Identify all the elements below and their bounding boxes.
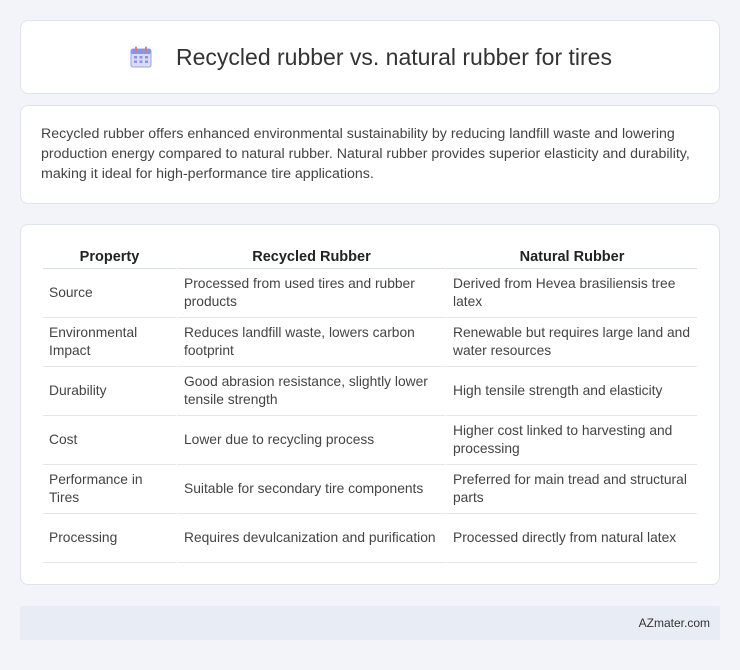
table-row: Durability Good abrasion resistance, sli… xyxy=(43,367,697,416)
table-cell-natural: Derived from Hevea brasiliensis tree lat… xyxy=(445,269,697,318)
table-row: Processing Requires devulcanization and … xyxy=(43,514,697,563)
summary-card: Recycled rubber offers enhanced environm… xyxy=(20,105,720,204)
summary-text: Recycled rubber offers enhanced environm… xyxy=(41,126,690,182)
table-header-row: Property Recycled Rubber Natural Rubber xyxy=(43,245,697,269)
table-cell-natural: Higher cost linked to harvesting and pro… xyxy=(445,416,697,465)
comparison-table: Property Recycled Rubber Natural Rubber … xyxy=(43,245,697,563)
page-title: Recycled rubber vs. natural rubber for t… xyxy=(176,43,612,70)
table-cell-property: Performance in Tires xyxy=(43,465,176,514)
column-header-natural-rubber: Natural Rubber xyxy=(445,245,697,269)
table-row: Environmental Impact Reduces landfill wa… xyxy=(43,318,697,367)
calendar-icon xyxy=(128,44,154,70)
table-cell-property: Durability xyxy=(43,367,176,416)
table-row: Performance in Tires Suitable for second… xyxy=(43,465,697,514)
table-cell-recycled: Processed from used tires and rubber pro… xyxy=(176,269,445,318)
footer-brand: AZmater.com xyxy=(638,616,710,630)
comparison-table-card: Property Recycled Rubber Natural Rubber … xyxy=(20,224,720,585)
table-cell-recycled: Good abrasion resistance, slightly lower… xyxy=(176,367,445,416)
table-row: Source Processed from used tires and rub… xyxy=(43,269,697,318)
table-cell-natural: Renewable but requires large land and wa… xyxy=(445,318,697,367)
table-cell-property: Source xyxy=(43,269,176,318)
footer-bar: AZmater.com xyxy=(20,606,720,640)
table-cell-recycled: Lower due to recycling process xyxy=(176,416,445,465)
table-cell-property: Environmental Impact xyxy=(43,318,176,367)
column-header-recycled-rubber: Recycled Rubber xyxy=(176,245,445,269)
table-cell-property: Processing xyxy=(43,514,176,563)
table-cell-recycled: Suitable for secondary tire components xyxy=(176,465,445,514)
table-cell-recycled: Requires devulcanization and purificatio… xyxy=(176,514,445,563)
title-card: Recycled rubber vs. natural rubber for t… xyxy=(20,20,720,94)
column-header-property: Property xyxy=(43,245,176,269)
table-cell-property: Cost xyxy=(43,416,176,465)
table-cell-recycled: Reduces landfill waste, lowers carbon fo… xyxy=(176,318,445,367)
table-cell-natural: Preferred for main tread and structural … xyxy=(445,465,697,514)
table-row: Cost Lower due to recycling process High… xyxy=(43,416,697,465)
table-cell-natural: Processed directly from natural latex xyxy=(445,514,697,563)
table-cell-natural: High tensile strength and elasticity xyxy=(445,367,697,416)
